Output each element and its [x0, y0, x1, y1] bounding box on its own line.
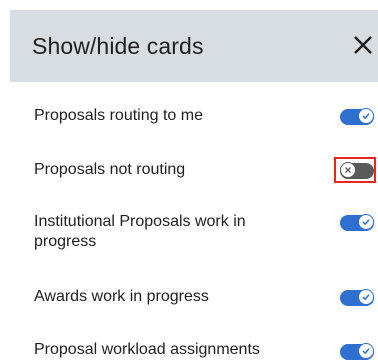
panel-header: Show/hide cards: [10, 10, 378, 82]
toggle-institutional-proposals[interactable]: [340, 214, 374, 231]
card-label: Awards work in progress: [34, 288, 209, 305]
toggle-knob: [358, 289, 374, 305]
toggle-knob: [358, 214, 374, 230]
check-icon: [362, 219, 370, 226]
card-label: Proposals routing to me: [34, 107, 203, 124]
toggle-proposal-workload-assignments[interactable]: [340, 343, 374, 360]
toggle-knob: [358, 343, 374, 359]
card-label: Proposals not routing: [34, 161, 186, 178]
show-hide-cards-panel: Show/hide cards Proposals routing to me …: [0, 0, 378, 362]
card-label: Institutional Proposals work in progress: [34, 213, 246, 250]
card-label: Proposal workload assignments: [34, 341, 260, 358]
close-icon: [354, 36, 372, 54]
check-icon: [362, 113, 370, 120]
toggle-proposals-routing-to-me[interactable]: [340, 108, 374, 125]
close-button[interactable]: [348, 30, 378, 60]
toggle-awards-work-in-progress[interactable]: [340, 289, 374, 306]
panel-title: Show/hide cards: [32, 33, 204, 59]
toggle-knob: [358, 108, 374, 124]
highlight-box: [334, 157, 376, 183]
check-icon: [362, 348, 370, 355]
check-icon: [362, 294, 370, 301]
